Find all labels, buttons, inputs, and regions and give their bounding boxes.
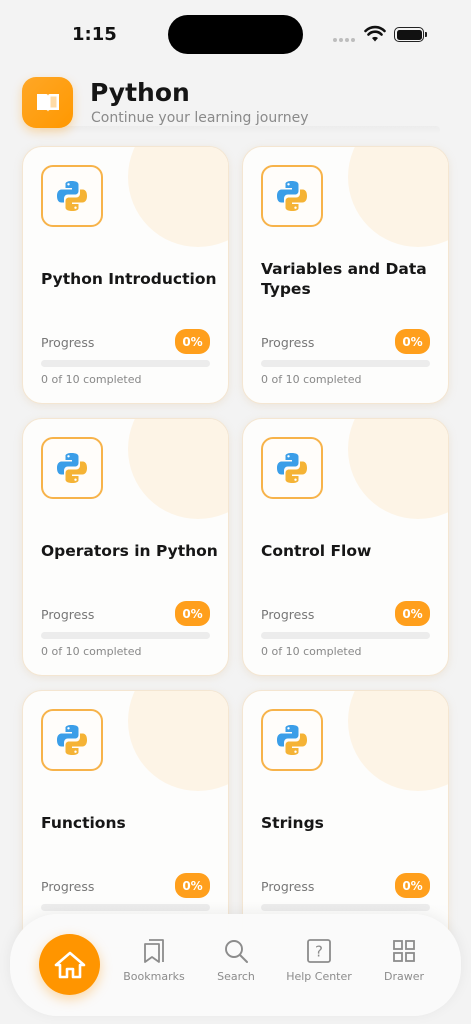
- progress-percent-badge: 0%: [395, 601, 430, 626]
- progress-percent-badge: 0%: [395, 329, 430, 354]
- lesson-card[interactable]: Python Introduction Progress 0% 0 of 10 …: [22, 146, 229, 404]
- page-header: Python Continue your learning journey: [0, 66, 471, 146]
- progress-label: Progress: [261, 335, 315, 350]
- nav-label: Help Center: [286, 970, 352, 983]
- progress-bar: [41, 632, 210, 639]
- home-button[interactable]: [39, 934, 100, 995]
- completed-count: 0 of 10 completed: [261, 373, 362, 386]
- page-subtitle: Continue your learning journey: [91, 110, 309, 126]
- signal-icon: [333, 38, 355, 42]
- completed-count: 0 of 10 completed: [41, 373, 142, 386]
- python-logo-icon: [261, 437, 323, 499]
- home-icon: [54, 951, 85, 978]
- nav-bookmarks[interactable]: Bookmarks: [114, 938, 194, 998]
- progress-percent-badge: 0%: [175, 329, 210, 354]
- lesson-card[interactable]: Operators in Python Progress 0% 0 of 10 …: [22, 418, 229, 676]
- progress-label: Progress: [261, 607, 315, 622]
- bottom-nav: Bookmarks Search ? Help Center Drawer: [10, 914, 461, 1016]
- battery-icon: [394, 27, 427, 42]
- search-icon: [225, 940, 248, 963]
- book-icon: [22, 77, 73, 128]
- lesson-title: Variables and Data Types: [261, 260, 427, 298]
- page-title: Python: [90, 78, 190, 107]
- progress-bar: [261, 632, 430, 639]
- nav-label: Bookmarks: [123, 970, 185, 983]
- svg-text:?: ?: [315, 943, 323, 961]
- progress-percent-badge: 0%: [395, 873, 430, 898]
- lesson-card[interactable]: Variables and Data Types Progress 0% 0 o…: [242, 146, 449, 404]
- python-logo-icon: [261, 709, 323, 771]
- progress-label: Progress: [41, 335, 95, 350]
- status-bar: 1:15: [0, 0, 471, 66]
- help-icon: ?: [307, 939, 331, 963]
- nav-label: Drawer: [383, 970, 425, 983]
- lesson-title: Strings: [261, 814, 324, 832]
- nav-drawer[interactable]: Drawer: [364, 938, 444, 998]
- dynamic-island: [168, 15, 303, 54]
- progress-percent-badge: 0%: [175, 601, 210, 626]
- progress-percent-badge: 0%: [175, 873, 210, 898]
- grid-icon: [393, 940, 415, 962]
- nav-search[interactable]: Search: [196, 938, 276, 998]
- wifi-icon: [364, 25, 386, 42]
- nav-label: Search: [217, 970, 255, 983]
- lesson-title: Control Flow: [261, 542, 372, 560]
- python-logo-icon: [41, 709, 103, 771]
- completed-count: 0 of 10 completed: [261, 645, 362, 658]
- status-time: 1:15: [72, 24, 117, 45]
- lesson-title: Functions: [41, 814, 126, 832]
- python-logo-icon: [41, 437, 103, 499]
- progress-label: Progress: [41, 879, 95, 894]
- nav-help-center[interactable]: ? Help Center: [279, 938, 359, 998]
- completed-count: 0 of 10 completed: [41, 645, 142, 658]
- progress-label: Progress: [261, 879, 315, 894]
- progress-label: Progress: [41, 607, 95, 622]
- progress-bar: [41, 360, 210, 367]
- progress-bar: [261, 360, 430, 367]
- lesson-title: Operators in Python: [41, 542, 218, 560]
- python-logo-icon: [261, 165, 323, 227]
- lesson-card[interactable]: Control Flow Progress 0% 0 of 10 complet…: [242, 418, 449, 676]
- python-logo-icon: [41, 165, 103, 227]
- bookmarks-icon: [144, 939, 164, 963]
- lesson-title: Python Introduction: [41, 270, 217, 288]
